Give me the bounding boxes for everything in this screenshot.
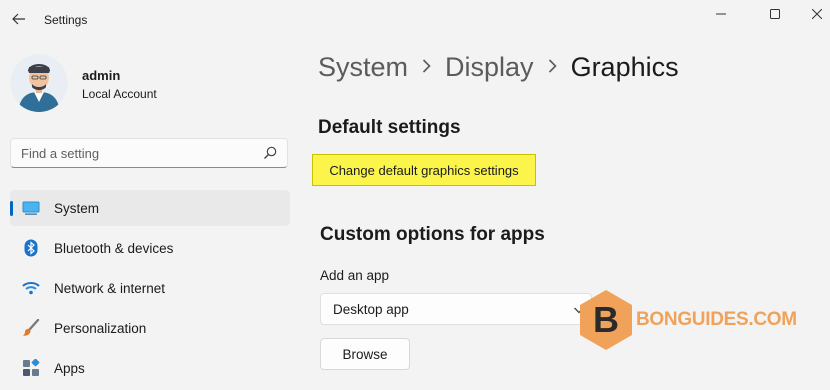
- avatar: [10, 54, 68, 112]
- maximize-icon: [770, 9, 780, 19]
- maximize-button[interactable]: [752, 0, 798, 28]
- window-title: Settings: [44, 13, 88, 27]
- sidebar-item-system[interactable]: System: [10, 190, 290, 226]
- back-button[interactable]: [6, 6, 32, 32]
- selection-indicator: [10, 201, 13, 216]
- chevron-right-icon: [422, 56, 431, 79]
- user-avatar-icon: [10, 54, 68, 112]
- app-type-value: Desktop app: [333, 302, 409, 317]
- account-type: Local Account: [82, 87, 157, 101]
- change-default-graphics-link[interactable]: Change default graphics settings: [312, 154, 536, 186]
- breadcrumb-display[interactable]: Display: [445, 52, 534, 83]
- sidebar-item-label: Personalization: [54, 321, 147, 336]
- breadcrumb-system[interactable]: System: [318, 52, 408, 83]
- monitor-icon: [22, 199, 40, 217]
- sidebar-item-personalization[interactable]: Personalization: [10, 310, 290, 346]
- sidebar-item-label: System: [54, 201, 100, 216]
- title-bar: Settings: [0, 0, 830, 40]
- bluetooth-icon: [22, 239, 40, 257]
- close-icon: [812, 9, 822, 19]
- wifi-icon: [22, 279, 40, 297]
- sidebar-item-label: Network & internet: [54, 281, 166, 296]
- search-box[interactable]: [10, 138, 288, 168]
- breadcrumb: System Display Graphics: [318, 52, 679, 83]
- custom-options-heading: Custom options for apps: [320, 224, 545, 245]
- browse-button[interactable]: Browse: [320, 338, 410, 370]
- sidebar-item-bluetooth[interactable]: Bluetooth & devices: [10, 230, 290, 266]
- minimize-icon: [716, 13, 726, 15]
- watermark-text: BONGUIDES.COM: [636, 309, 797, 330]
- minimize-button[interactable]: [698, 0, 744, 28]
- back-arrow-icon: [12, 13, 25, 25]
- app-type-dropdown[interactable]: Desktop app: [320, 293, 592, 325]
- sidebar-nav: System Bluetooth & devices Network & int…: [10, 190, 290, 390]
- watermark: B BONGUIDES.COM: [578, 288, 797, 352]
- apps-icon: [22, 359, 40, 377]
- chevron-right-icon: [548, 56, 557, 79]
- bonguides-logo-icon: B: [580, 290, 632, 350]
- default-settings-heading: Default settings: [318, 117, 461, 138]
- close-button[interactable]: [804, 0, 830, 28]
- add-app-label: Add an app: [320, 268, 390, 283]
- search-input[interactable]: [11, 139, 271, 167]
- breadcrumb-graphics: Graphics: [570, 52, 679, 82]
- search-icon[interactable]: [263, 146, 277, 160]
- user-name: admin: [82, 68, 121, 83]
- sidebar-item-label: Apps: [54, 361, 85, 376]
- sidebar-item-apps[interactable]: Apps: [10, 350, 290, 386]
- watermark-letter: B: [593, 299, 619, 340]
- brush-icon: [22, 319, 40, 337]
- sidebar-item-network[interactable]: Network & internet: [10, 270, 290, 306]
- sidebar-item-label: Bluetooth & devices: [54, 241, 174, 256]
